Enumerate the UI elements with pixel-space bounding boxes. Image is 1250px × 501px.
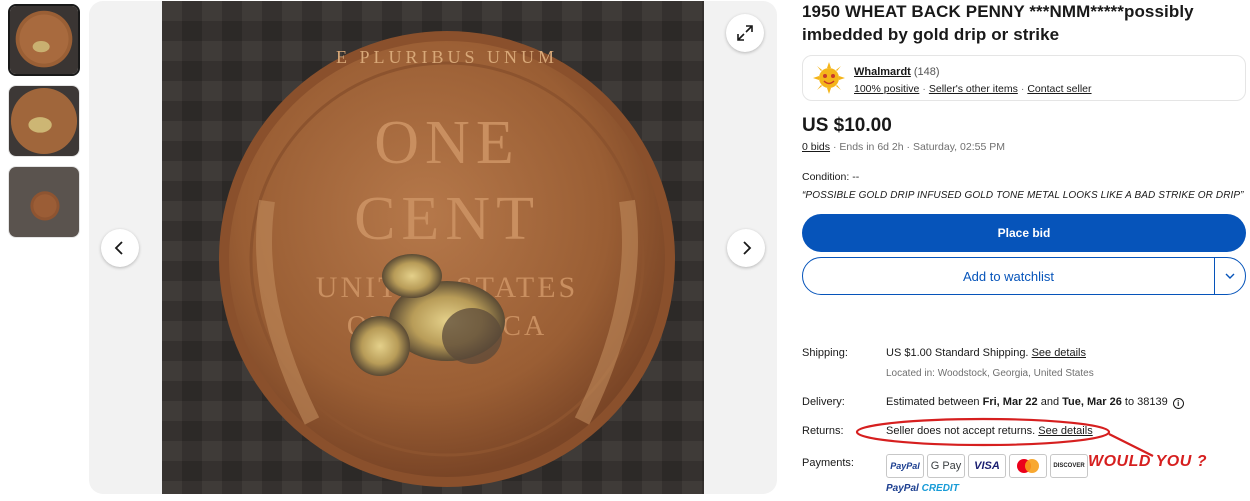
seller-name-link[interactable]: Whalmardt [854, 66, 911, 78]
mastercard-icon [1009, 454, 1047, 478]
item-location: Located in: Woodstock, Georgia, United S… [886, 368, 1094, 379]
separator-dot: · [1020, 82, 1025, 95]
separator-dot: · [903, 141, 913, 153]
delivery-zip: to 38139 [1121, 396, 1168, 408]
condition-label: Condition: [802, 171, 850, 183]
thumbnail-2[interactable] [8, 85, 80, 157]
delivery-and: and [1037, 396, 1063, 408]
seller-positive-link[interactable]: 100% positive [854, 83, 919, 95]
payments-label: Payments: [802, 457, 854, 469]
expand-icon [737, 25, 753, 41]
returns-see-details-link[interactable]: See details [1038, 425, 1092, 437]
shipping-label: Shipping: [802, 347, 848, 359]
delivery-value: Estimated between Fri, Mar 22 and Tue, M… [886, 396, 1184, 409]
listing-title: 1950 WHEAT BACK PENNY ***NMM*****possibl… [802, 2, 1194, 44]
info-icon[interactable]: i [1172, 398, 1184, 409]
condition-row: Condition: -- [802, 171, 1246, 183]
thumbnail-3[interactable] [8, 166, 80, 238]
thumbnail-strip [8, 4, 82, 247]
watchlist-control: Add to watchlist [802, 257, 1246, 295]
delivery-date-end: Tue, Mar 26 [1062, 396, 1122, 408]
coin-line-cent: CENT [354, 185, 540, 253]
google-pay-icon: G Pay [927, 454, 965, 478]
delivery-date-start: Fri, Mar 22 [982, 396, 1038, 408]
discover-icon: DISCOVER [1050, 454, 1088, 478]
coin-line-one: ONE [374, 109, 519, 177]
paypal-credit-part-b: CREDIT [921, 483, 959, 494]
seller-other-items-link[interactable]: Seller's other items [929, 83, 1018, 95]
listing-info: 1950 WHEAT BACK PENNY ***NMM*****possibl… [802, 0, 1246, 295]
separator-dot: · [922, 82, 926, 95]
paypal-icon: PayPal [886, 454, 924, 478]
delivery-label: Delivery: [802, 396, 845, 408]
end-time: Saturday, 02:55 PM [912, 141, 1005, 153]
payment-methods: PayPal G Pay VISA DISCOVER PayPal CREDIT [886, 454, 1088, 494]
watchlist-dropdown-button[interactable] [1214, 258, 1245, 294]
chevron-right-icon [743, 241, 752, 255]
thumbnail-1[interactable] [8, 4, 80, 76]
expand-button[interactable] [726, 14, 764, 52]
delivery-prefix: Estimated between [886, 396, 983, 408]
visa-icon: VISA [968, 454, 1006, 478]
paypal-credit-icon: PayPal CREDIT [886, 483, 1088, 494]
seller-card: Whalmardt (148) 100% positive · Seller's ot… [802, 55, 1246, 101]
condition-description: “POSSIBLE GOLD DRIP INFUSED GOLD TONE ME… [802, 190, 1244, 201]
contact-seller-link[interactable]: Contact seller [1027, 83, 1091, 95]
prev-image-button[interactable] [101, 229, 139, 267]
coin-photo: E PLURIBUS UNUM ONE CENT UNITED STATES O… [162, 1, 704, 494]
ends-in: Ends in 6d 2h [839, 141, 904, 153]
condition-value: -- [852, 171, 860, 183]
returns-label: Returns: [802, 425, 844, 437]
current-price: US $10.00 [802, 115, 892, 136]
chevron-left-icon [114, 241, 123, 255]
shipping-see-details-link[interactable]: See details [1032, 347, 1086, 359]
chevron-down-icon [1225, 273, 1235, 279]
seller-avatar[interactable] [812, 61, 846, 95]
image-gallery: E PLURIBUS UNUM ONE CENT UNITED STATES O… [89, 1, 777, 494]
add-to-watchlist-button[interactable]: Add to watchlist [803, 258, 1214, 294]
coin-legend: E PLURIBUS UNUM [336, 47, 558, 67]
next-image-button[interactable] [727, 229, 765, 267]
returns-value: Seller does not accept returns. See deta… [886, 425, 1093, 437]
bids-link[interactable]: 0 bids [802, 141, 830, 153]
bid-info: 0 bids · Ends in 6d 2h · Saturday, 02:55… [802, 141, 1246, 153]
seller-feedback-count: (148) [913, 65, 940, 78]
place-bid-button[interactable]: Place bid [802, 214, 1246, 252]
shipping-value: US $1.00 Standard Shipping. See details [886, 347, 1086, 359]
paypal-credit-part-a: PayPal [886, 483, 919, 494]
shipping-cost: US $1.00 Standard Shipping. [886, 347, 1029, 359]
annotation-text: WOULD YOU ? [1088, 453, 1207, 470]
returns-text: Seller does not accept returns. [886, 425, 1036, 437]
